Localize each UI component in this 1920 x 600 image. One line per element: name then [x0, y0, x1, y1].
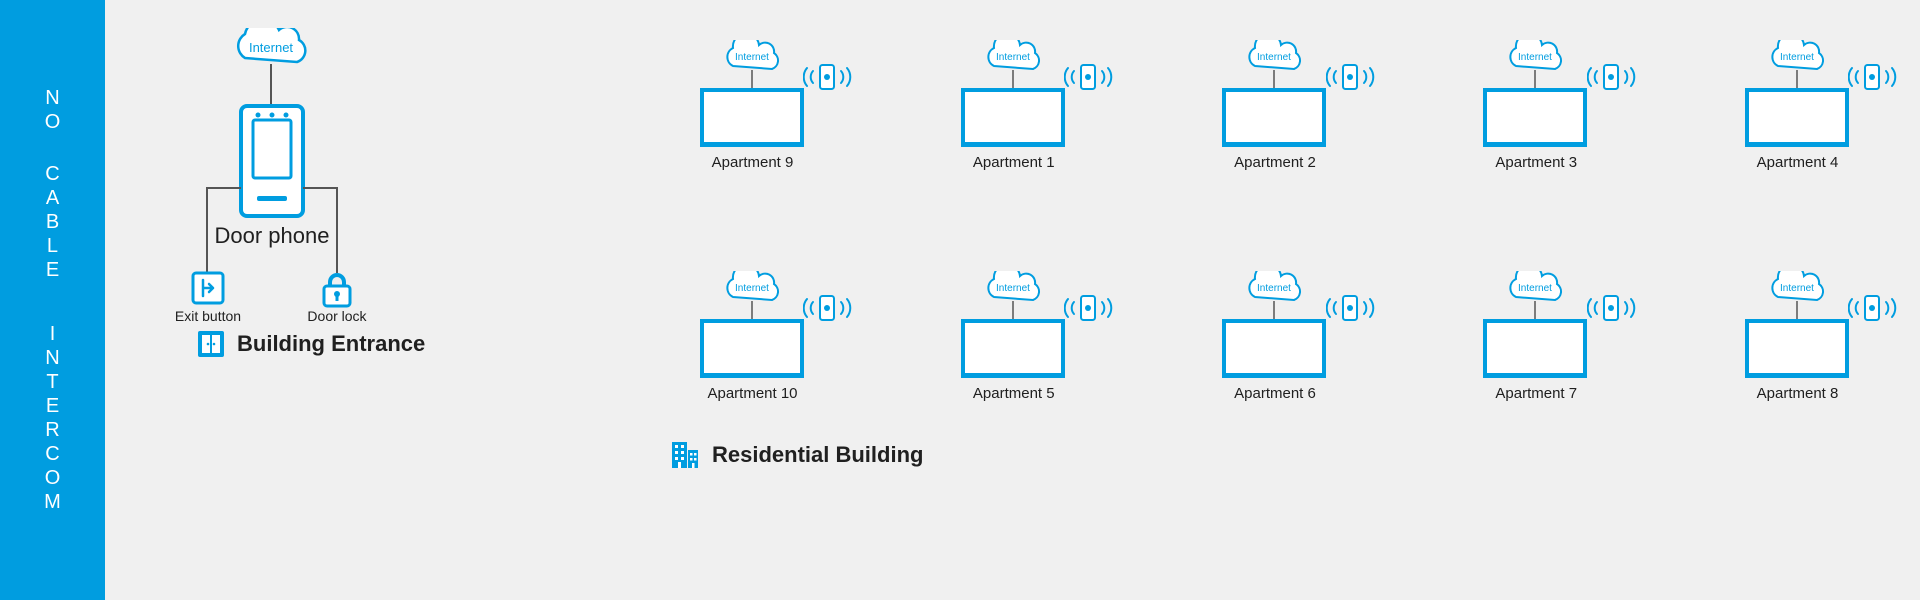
smartphone-wifi-icon: [1848, 291, 1902, 325]
monitor-icon: [1745, 321, 1849, 378]
internet-cloud-icon: Internet: [988, 40, 1039, 69]
apartment-diagram: Internet: [949, 40, 1079, 150]
apartment-label: Apartment 3: [1495, 154, 1577, 171]
diagram-main: Internet Door phone Exit butto: [105, 0, 1920, 600]
monitor-icon: [1222, 321, 1326, 378]
smartphone-wifi-icon: [1064, 291, 1118, 325]
residential-building-label: Residential Building: [712, 442, 923, 468]
cloud-label: Internet: [1257, 52, 1291, 63]
cloud-label: Internet: [1518, 52, 1552, 63]
apartment-node: Internet Apartment 4: [1705, 40, 1890, 171]
apartment-diagram: Internet: [1210, 40, 1340, 150]
smartphone-wifi-icon: [1848, 60, 1902, 94]
monitor-icon: [700, 321, 804, 378]
cloud-label: Internet: [996, 52, 1030, 63]
apartment-node: Internet Apartment 6: [1183, 271, 1368, 402]
apartment-label: Apartment 8: [1757, 385, 1839, 402]
monitor-icon: [1745, 90, 1849, 147]
monitor-icon: [961, 321, 1065, 378]
apartment-diagram: Internet: [688, 271, 818, 381]
apartment-diagram: Internet: [1733, 271, 1863, 381]
internet-cloud-icon: Internet: [988, 271, 1039, 300]
monitor-icon: [700, 90, 804, 147]
sidebar-text: NO CABLE INTERCOM: [44, 86, 61, 514]
cloud-label: Internet: [735, 283, 769, 294]
internet-cloud-icon: Internet: [1249, 271, 1300, 300]
building-icon: [670, 440, 700, 470]
apartment-diagram: Internet: [1471, 40, 1601, 150]
smartphone-wifi-icon: [1587, 291, 1641, 325]
cloud-label: Internet: [1257, 283, 1291, 294]
monitor-icon: [961, 90, 1065, 147]
cloud-label: Internet: [1780, 52, 1814, 63]
building-entrance-heading: Building Entrance: [197, 330, 425, 358]
apartment-label: Apartment 4: [1757, 154, 1839, 171]
smartphone-wifi-icon: [1326, 60, 1380, 94]
monitor-icon: [1483, 90, 1587, 147]
apartment-label: Apartment 5: [973, 385, 1055, 402]
cloud-label: Internet: [249, 40, 293, 55]
entrance-column: Internet Door phone Exit butto: [175, 28, 435, 343]
apartment-node: Internet Apartment 2: [1183, 40, 1368, 171]
apartment-diagram: Internet: [688, 40, 818, 150]
internet-cloud-icon: Internet: [1772, 40, 1823, 69]
exit-button-label: Exit button: [175, 308, 241, 324]
cloud-label: Internet: [996, 283, 1030, 294]
entrance-diagram: Internet Door phone Exit butto: [175, 28, 435, 338]
smartphone-wifi-icon: [1064, 60, 1118, 94]
internet-cloud-icon: Internet: [1249, 40, 1300, 69]
apartment-node: Internet Apartment 5: [921, 271, 1106, 402]
apartment-label: Apartment 10: [707, 385, 797, 402]
internet-cloud-icon: Internet: [1511, 271, 1562, 300]
smartphone-wifi-icon: [1326, 291, 1380, 325]
internet-cloud-icon: Internet: [727, 271, 778, 300]
cloud-label: Internet: [735, 52, 769, 63]
apartment-label: Apartment 6: [1234, 385, 1316, 402]
internet-cloud-icon: Internet: [1772, 271, 1823, 300]
cloud-label: Internet: [1780, 283, 1814, 294]
apartment-label: Apartment 1: [973, 154, 1055, 171]
cloud-label: Internet: [1518, 283, 1552, 294]
building-entrance-label: Building Entrance: [237, 331, 425, 357]
door-lock-label: Door lock: [307, 308, 367, 324]
apartment-node: Internet Apartment 8: [1705, 271, 1890, 402]
apartment-node: Internet Apartment 3: [1444, 40, 1629, 171]
smartphone-wifi-icon: [803, 60, 857, 94]
door-lock-icon: Door lock: [307, 273, 367, 324]
exit-button-icon: Exit button: [175, 273, 241, 324]
apartment-label: Apartment 9: [712, 154, 794, 171]
internet-cloud-icon: Internet: [1511, 40, 1562, 69]
apartment-label: Apartment 7: [1495, 385, 1577, 402]
monitor-icon: [1483, 321, 1587, 378]
residential-building-heading: Residential Building: [670, 440, 923, 470]
apartment-node: Internet Apartment 9: [660, 40, 845, 171]
apartment-diagram: Internet: [1210, 271, 1340, 381]
monitor-icon: [1222, 90, 1326, 147]
apartment-node: Internet Apartment 10: [660, 271, 845, 402]
sidebar-vertical-title: NO CABLE INTERCOM: [0, 0, 105, 600]
apartment-node: Internet Apartment 1: [921, 40, 1106, 171]
apartment-diagram: Internet: [1733, 40, 1863, 150]
door-phone-label: Door phone: [215, 223, 330, 248]
residential-area: Internet Apartment 9 Internet: [660, 40, 1890, 600]
apartment-label: Apartment 2: [1234, 154, 1316, 171]
door-phone-icon: [241, 106, 303, 216]
apartment-diagram: Internet: [949, 271, 1079, 381]
smartphone-wifi-icon: [1587, 60, 1641, 94]
apartment-diagram: Internet: [1471, 271, 1601, 381]
internet-cloud-icon: Internet: [238, 28, 305, 62]
smartphone-wifi-icon: [803, 291, 857, 325]
internet-cloud-icon: Internet: [727, 40, 778, 69]
apartment-grid: Internet Apartment 9 Internet: [660, 40, 1890, 402]
apartment-node: Internet Apartment 7: [1444, 271, 1629, 402]
door-entrance-icon: [197, 330, 225, 358]
